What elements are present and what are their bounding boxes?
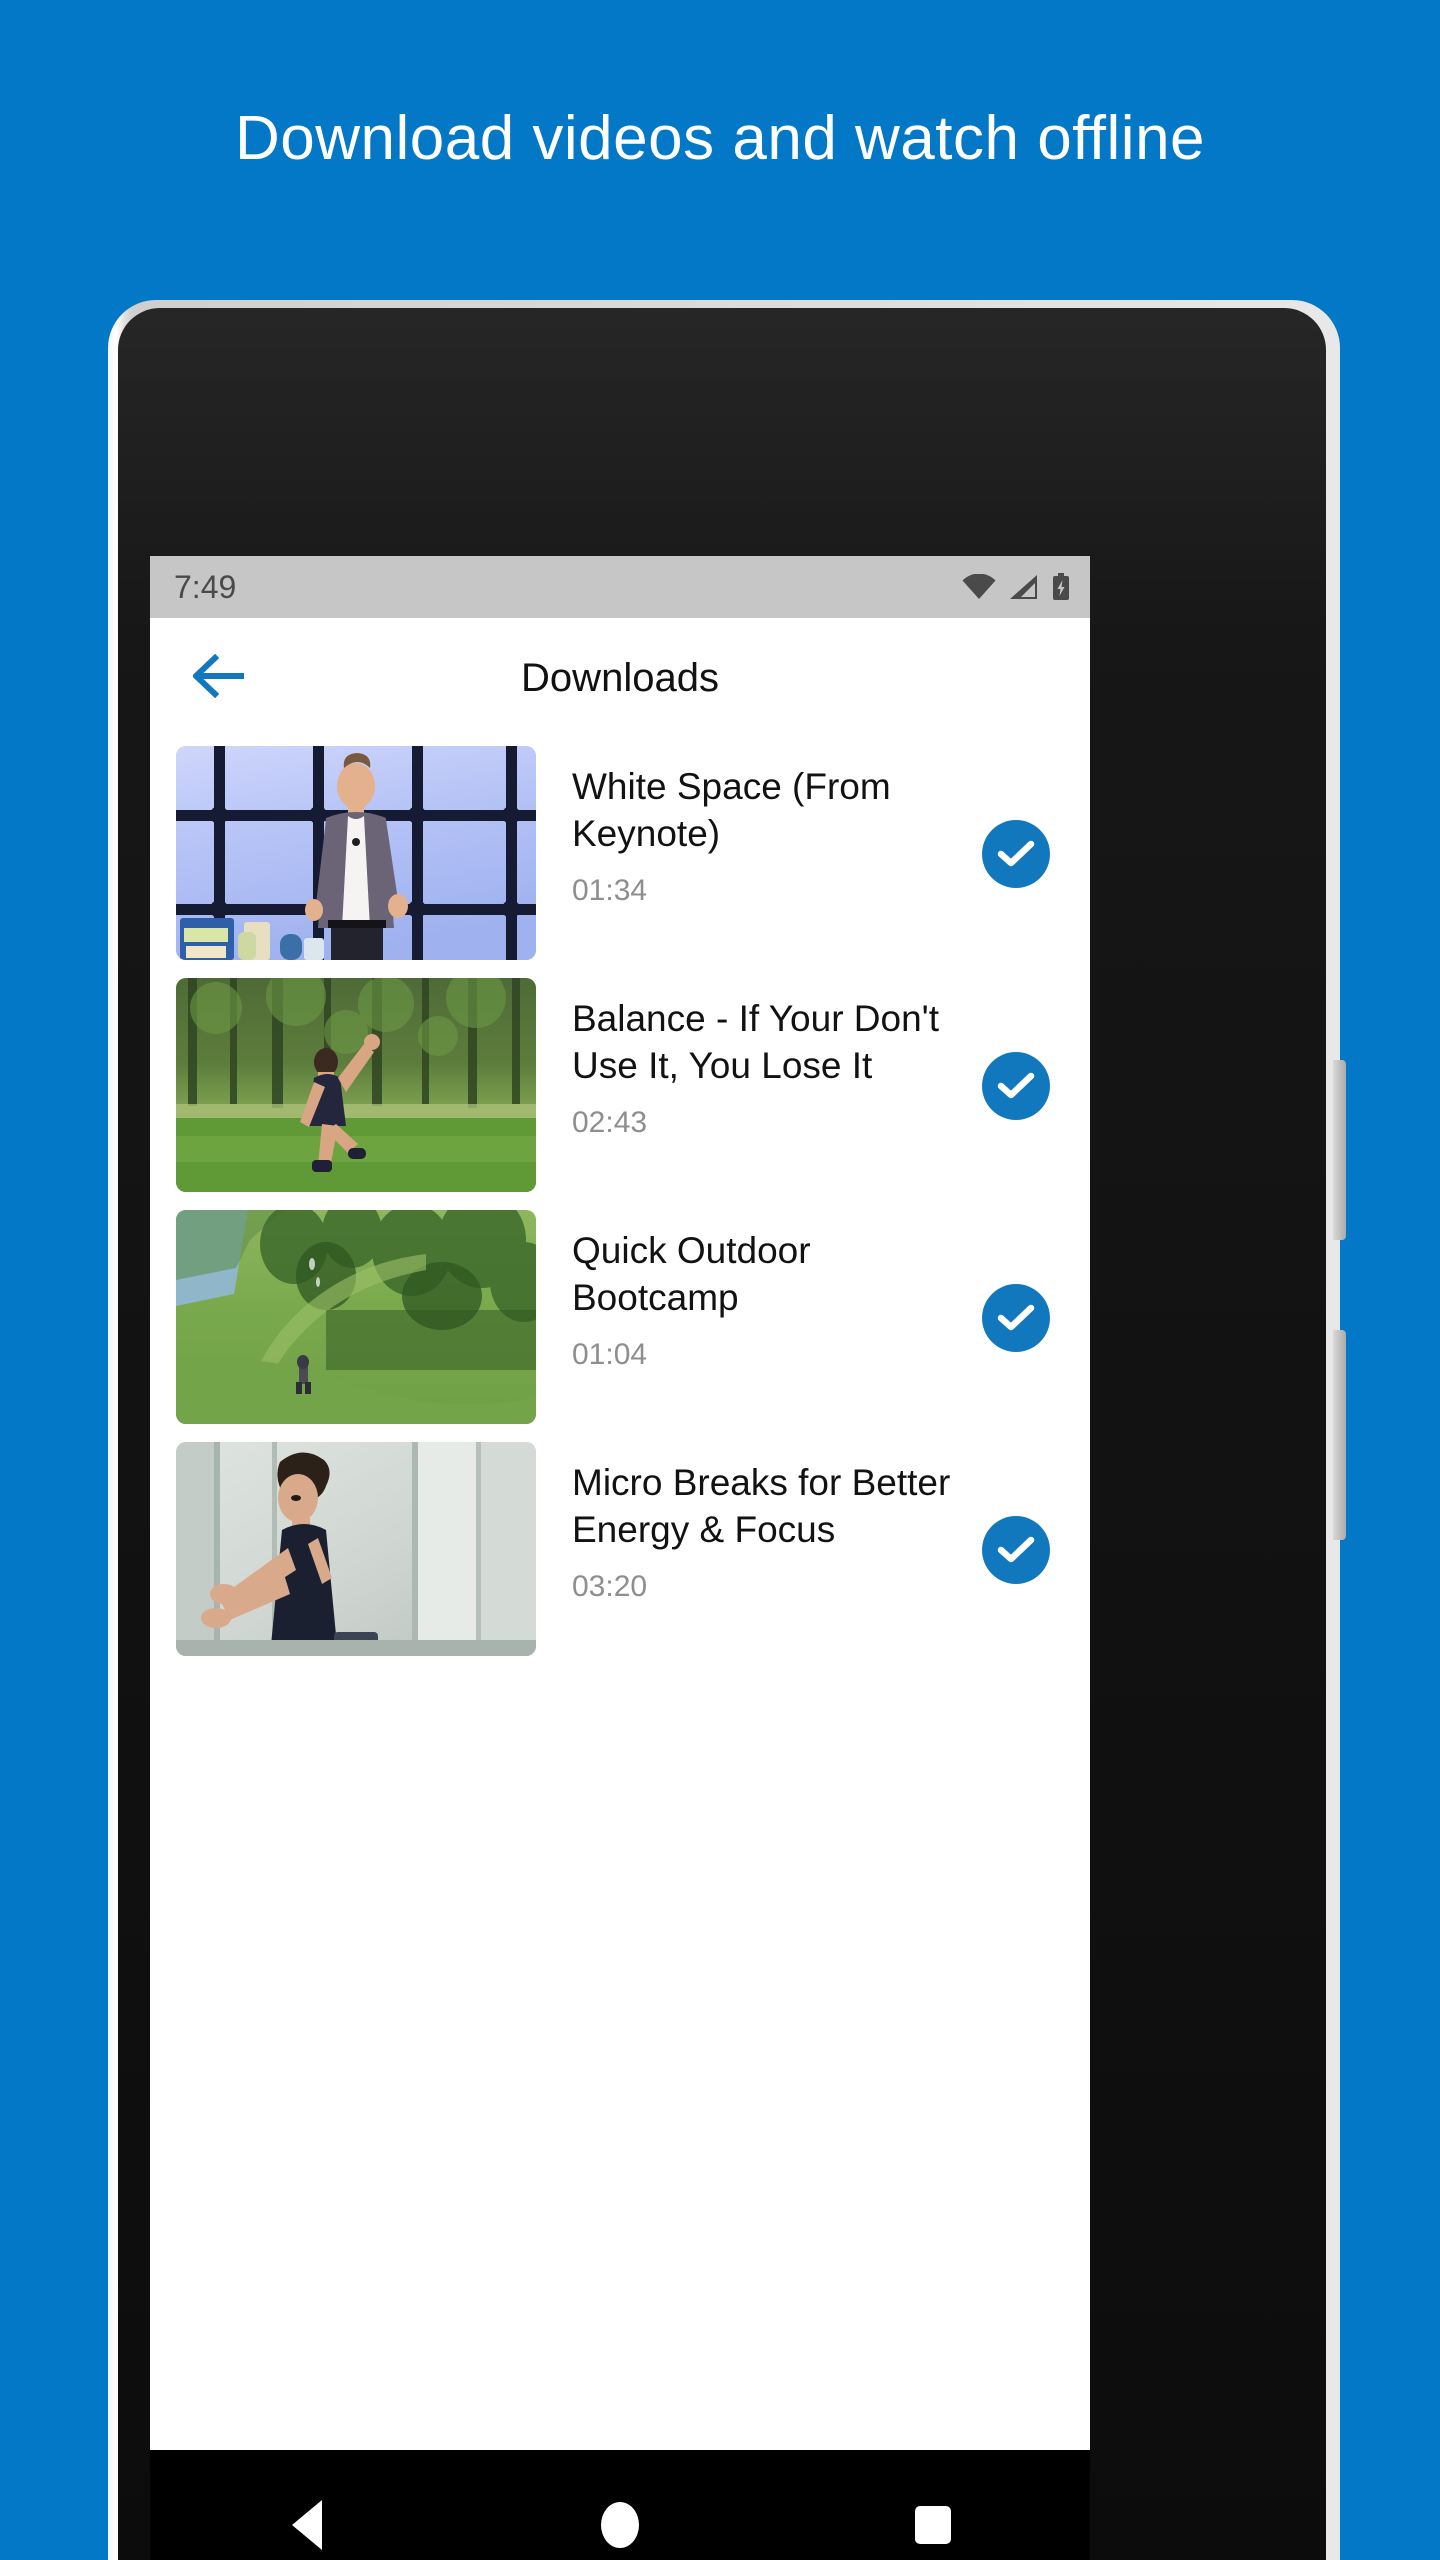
video-thumbnail[interactable] [176, 746, 536, 960]
list-item-text: Balance - If Your Don't Use It, You Lose… [536, 978, 962, 1140]
video-thumbnail[interactable] [176, 978, 536, 1192]
list-item[interactable]: White Space (From Keynote) 01:34 [150, 738, 1090, 970]
video-thumbnail[interactable] [176, 1210, 536, 1424]
list-item[interactable]: Quick Outdoor Bootcamp 01:04 [150, 1202, 1090, 1434]
download-status [968, 1516, 1064, 1584]
back-button[interactable] [178, 636, 262, 720]
list-item-text: Quick Outdoor Bootcamp 01:04 [536, 1210, 962, 1372]
power-button[interactable] [1333, 1060, 1346, 1240]
check-circle-icon[interactable] [982, 1284, 1050, 1352]
volume-button[interactable] [1333, 1330, 1346, 1540]
status-bar-clock: 7:49 [174, 568, 237, 605]
list-item[interactable]: Micro Breaks for Better Energy & Focus 0… [150, 1434, 1090, 1666]
download-status [968, 820, 1064, 888]
page-title: Download videos and watch offline [234, 104, 1206, 173]
nav-home-icon [600, 2502, 639, 2548]
wifi-icon [962, 574, 996, 600]
video-duration: 03:20 [572, 1569, 648, 1603]
video-duration: 02:43 [572, 1105, 648, 1139]
video-title: White Space (From Keynote) [572, 766, 891, 854]
nav-recents-icon [915, 2506, 952, 2544]
video-thumbnail[interactable] [176, 1442, 536, 1656]
nav-back-button[interactable] [247, 2475, 367, 2560]
video-title: Quick Outdoor Bootcamp [572, 1230, 811, 1318]
list-item[interactable]: Balance - If Your Don't Use It, You Lose… [150, 970, 1090, 1202]
check-circle-icon[interactable] [982, 1052, 1050, 1120]
status-bar-icons [962, 573, 1070, 601]
video-duration: 01:04 [572, 1337, 648, 1371]
status-bar: 7:49 [150, 556, 1090, 618]
video-title: Micro Breaks for Better Energy & Focus [572, 1462, 951, 1550]
nav-recents-button[interactable] [873, 2475, 993, 2560]
list-item-text: White Space (From Keynote) 01:34 [536, 746, 962, 908]
battery-charging-icon [1052, 573, 1070, 601]
video-duration: 01:34 [572, 873, 648, 907]
list-item-text: Micro Breaks for Better Energy & Focus 0… [536, 1442, 962, 1604]
signal-icon [1009, 574, 1039, 600]
video-title: Balance - If Your Don't Use It, You Lose… [572, 998, 940, 1086]
phone-screen: 7:49 Downloads White Space (From Keynote… [150, 556, 1090, 2450]
nav-back-icon [291, 2500, 322, 2550]
arrow-left-icon [191, 653, 247, 703]
check-circle-icon[interactable] [982, 820, 1050, 888]
nav-home-button[interactable] [560, 2475, 680, 2560]
app-bar: Downloads [150, 618, 1090, 738]
downloads-list: White Space (From Keynote) 01:34 Balance… [150, 738, 1090, 1666]
android-navigation-bar [150, 2450, 1090, 2560]
download-status [968, 1284, 1064, 1352]
screen-title: Downloads [521, 655, 719, 700]
download-status [968, 1052, 1064, 1120]
check-circle-icon[interactable] [982, 1516, 1050, 1584]
